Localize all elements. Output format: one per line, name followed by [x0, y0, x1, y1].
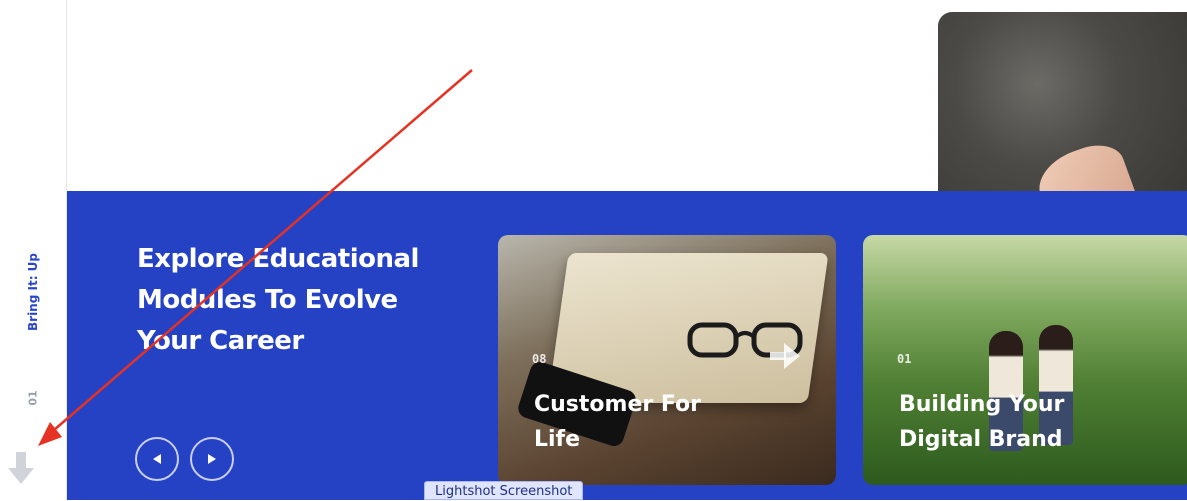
next-button[interactable]: [190, 437, 234, 481]
header-photo: [938, 12, 1187, 192]
prev-button[interactable]: [135, 437, 179, 481]
card-title: Building Your Digital Brand: [899, 392, 1065, 452]
hand-image: [1030, 136, 1136, 192]
chevron-right-icon: [208, 454, 216, 464]
card-number: 08: [532, 352, 547, 366]
arrow-right-icon[interactable]: [770, 343, 800, 369]
card-number: 01: [897, 352, 912, 366]
card-title: Customer For Life: [534, 392, 701, 452]
module-card-building-your-digital-brand[interactable]: 01 Building Your Digital Brand: [863, 235, 1187, 485]
left-rail: Bring It: Up 01: [0, 0, 67, 500]
arrow-down-icon[interactable]: [8, 452, 34, 486]
chevron-left-icon: [153, 454, 161, 464]
tooltip: Lightshot Screenshot: [424, 481, 584, 500]
brand-label[interactable]: Bring It: Up: [26, 253, 40, 331]
module-card-customer-for-life[interactable]: 08 Customer For Life: [498, 235, 836, 485]
section-headline: Explore Educational Modules To Evolve Yo…: [137, 244, 419, 356]
modules-section: Explore Educational Modules To Evolve Yo…: [67, 191, 1187, 500]
page-number: 01: [26, 390, 40, 406]
